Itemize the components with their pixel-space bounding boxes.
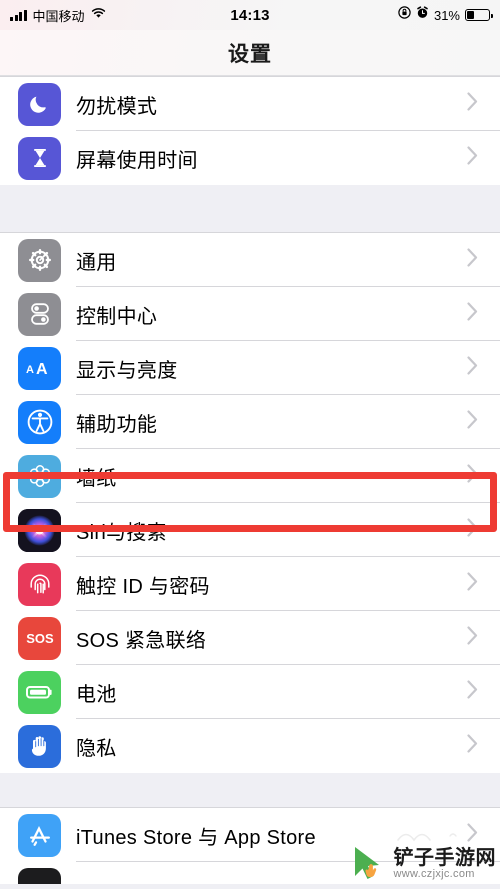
status-bar-clock: 14:13 <box>230 6 270 24</box>
chevron-right-icon <box>467 518 478 542</box>
settings-row-siri-search[interactable]: Siri与搜索 <box>0 503 500 557</box>
battery-icon <box>465 9 493 21</box>
settings-row-label: 墙纸 <box>76 467 117 490</box>
settings-row-label: 触控 ID 与密码 <box>76 575 210 598</box>
svg-text:A: A <box>26 364 34 376</box>
group-gap <box>0 185 500 232</box>
settings-row-screen-time[interactable]: 屏幕使用时间 <box>0 131 500 185</box>
settings-row-emergency-sos[interactable]: SOS SOS 紧急联络 <box>0 611 500 665</box>
settings-row-label: 显示与亮度 <box>76 359 178 382</box>
chevron-right-icon <box>467 572 478 596</box>
iphone-settings-screen: 中国移动 14:13 31% 设置 勿扰模式 屏幕使用时间 通用 控制中心 A … <box>0 0 500 889</box>
svg-text:A: A <box>36 361 48 378</box>
settings-row-label: Siri与搜索 <box>76 521 167 544</box>
signal-bars-icon <box>10 9 27 21</box>
fingerprint-icon <box>18 562 61 606</box>
sos-icon: SOS <box>18 616 61 660</box>
accessibility-icon <box>18 400 61 444</box>
chevron-right-icon <box>467 302 478 326</box>
settings-row-accessibility[interactable]: 辅助功能 <box>0 395 500 449</box>
settings-row-label: 辅助功能 <box>76 413 158 436</box>
settings-row-privacy[interactable]: 隐私 <box>0 719 500 773</box>
display-brightness-icon: A A <box>18 346 61 390</box>
svg-text:SOS: SOS <box>26 631 54 646</box>
status-bar: 中国移动 14:13 31% <box>0 0 500 30</box>
siri-icon <box>18 508 61 552</box>
carrier-label: 中国移动 <box>32 8 85 24</box>
settings-row-do-not-disturb[interactable]: 勿扰模式 <box>0 77 500 131</box>
settings-scroll-view[interactable]: 勿扰模式 屏幕使用时间 通用 控制中心 A A 显示与亮度 辅助功能 墙纸 Si… <box>0 76 500 889</box>
chevron-right-icon <box>467 92 478 116</box>
settings-row-label: SOS 紧急联络 <box>76 629 207 652</box>
chevron-right-icon <box>467 626 478 650</box>
wallet-icon <box>18 868 61 884</box>
chevron-right-icon <box>467 680 478 704</box>
watermark-url: www.czjxjc.com <box>393 867 475 880</box>
watermark-text: 铲子手游网 www.czjxjc.com <box>393 846 497 881</box>
battery-green-icon <box>18 670 61 714</box>
navigation-bar: 设置 <box>0 30 500 75</box>
watermark: 铲子手游网 www.czjxjc.com <box>348 843 497 885</box>
chevron-right-icon <box>467 410 478 434</box>
watermark-title: 铲子手游网 <box>393 846 496 869</box>
green-cursor-icon <box>354 847 379 879</box>
chevron-right-icon <box>467 146 478 170</box>
control-center-icon <box>18 292 61 336</box>
rotation-lock-icon <box>398 6 411 24</box>
gear-icon <box>18 238 61 282</box>
status-bar-right: 31% <box>310 6 493 24</box>
moon-icon <box>18 82 61 126</box>
wifi-icon <box>91 6 106 24</box>
settings-row-display-brightness[interactable]: A A 显示与亮度 <box>0 341 500 395</box>
wallpaper-flower-icon <box>18 454 61 498</box>
settings-row-label: 隐私 <box>76 737 117 760</box>
settings-row-touch-id-passcode[interactable]: 触控 ID 与密码 <box>0 557 500 611</box>
battery-percent-label: 31% <box>433 7 460 23</box>
settings-row-label: 控制中心 <box>76 305 158 328</box>
alarm-clock-icon <box>416 6 429 24</box>
chevron-right-icon <box>467 734 478 758</box>
settings-group-system: 通用 控制中心 A A 显示与亮度 辅助功能 墙纸 Siri与搜索 触控 ID … <box>0 232 500 773</box>
group-gap <box>0 773 500 807</box>
page-title: 设置 <box>228 42 272 66</box>
status-bar-left: 中国移动 <box>10 6 190 25</box>
settings-row-label: 电池 <box>76 683 117 706</box>
hourglass-icon <box>18 136 61 180</box>
settings-row-label: 勿扰模式 <box>76 95 158 118</box>
settings-row-wallpaper[interactable]: 墙纸 <box>0 449 500 503</box>
settings-row-label: 屏幕使用时间 <box>76 149 198 172</box>
settings-row-general[interactable]: 通用 <box>0 233 500 287</box>
chevron-right-icon <box>467 356 478 380</box>
privacy-hand-icon <box>18 724 61 768</box>
settings-row-control-center[interactable]: 控制中心 <box>0 287 500 341</box>
settings-group-focus: 勿扰模式 屏幕使用时间 <box>0 76 500 185</box>
chevron-right-icon <box>467 248 478 272</box>
chevron-right-icon <box>467 464 478 488</box>
app-store-icon <box>18 813 61 857</box>
settings-row-label: 通用 <box>76 251 117 274</box>
settings-row-battery[interactable]: 电池 <box>0 665 500 719</box>
